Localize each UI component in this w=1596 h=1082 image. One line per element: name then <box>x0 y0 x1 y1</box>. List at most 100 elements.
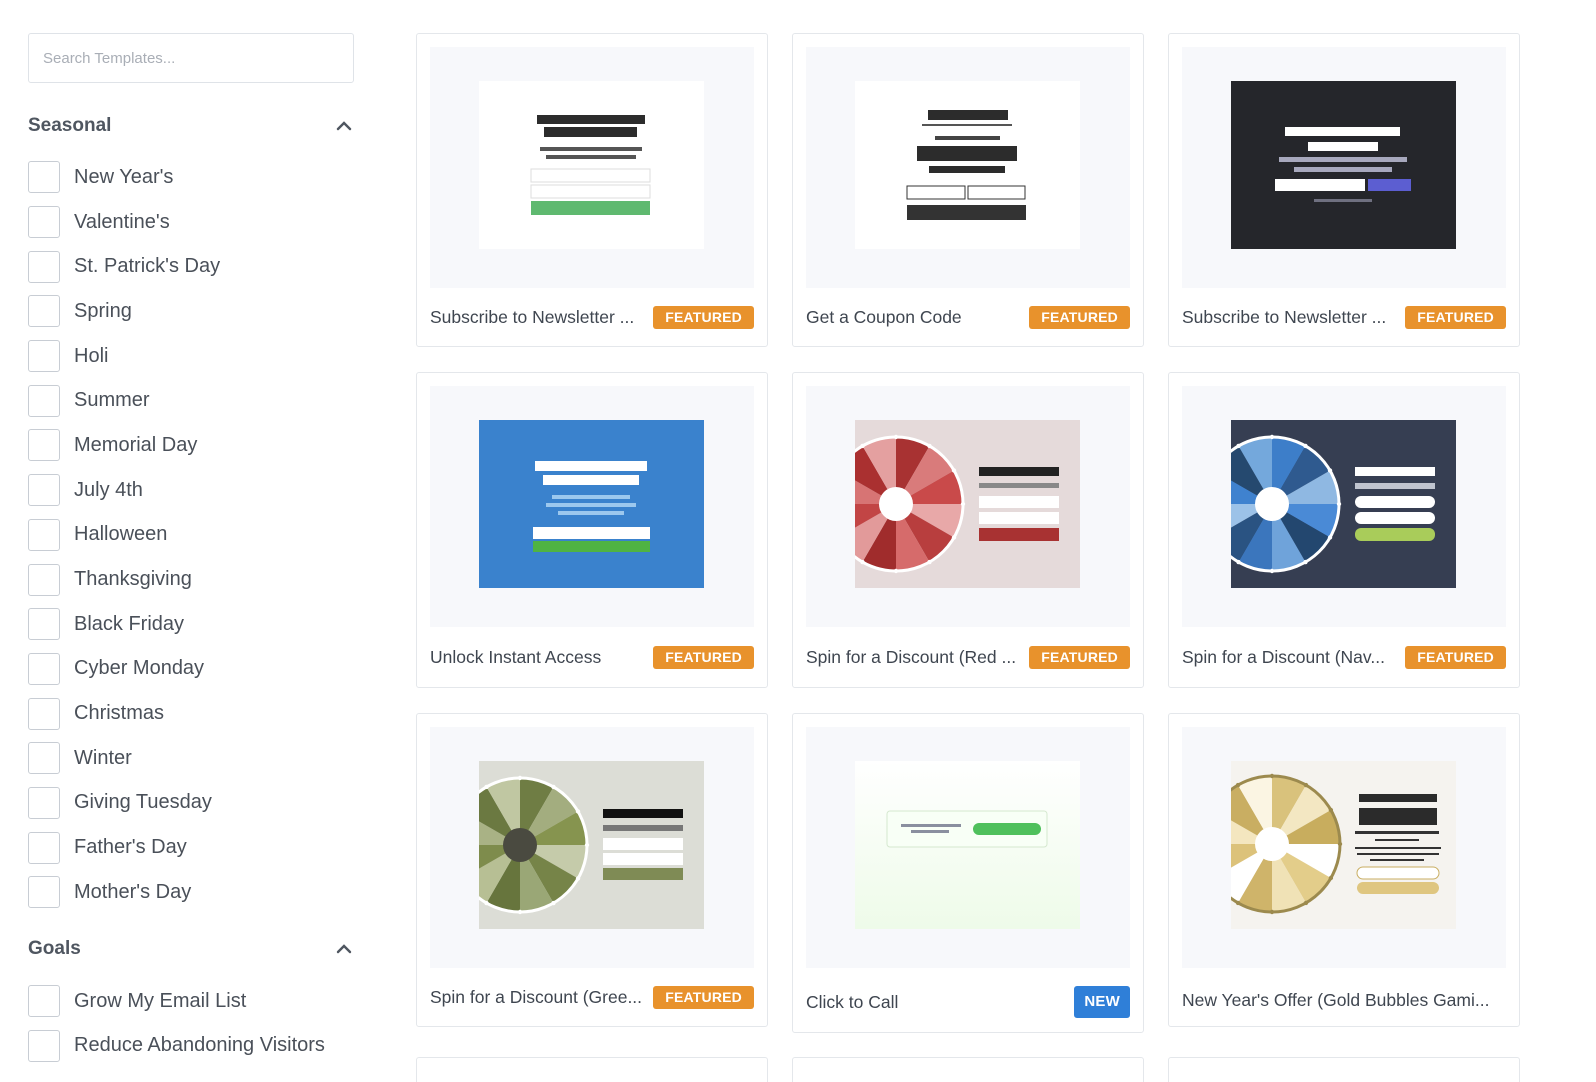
template-title: Spin for a Discount (Red ... <box>806 647 1017 667</box>
template-card[interactable] <box>1168 1057 1520 1082</box>
template-card[interactable]: Unlock Instant Access FEATURED <box>416 372 768 688</box>
filter-option-row[interactable]: Holi <box>28 334 354 379</box>
filter-option-row[interactable]: Grow My Email List <box>28 979 354 1024</box>
seasonal-section-title: Seasonal <box>28 115 112 136</box>
filter-option-row[interactable]: New Year's <box>28 155 354 200</box>
wheel-peg <box>575 809 581 814</box>
spin-wheel-graphic <box>855 434 1059 574</box>
card-footer: Subscribe to Newsletter ... FEATURED <box>430 306 754 329</box>
wheel-peg <box>1303 900 1309 906</box>
filter-checkbox[interactable] <box>28 697 60 730</box>
filter-option-label: Mother's Day <box>74 880 192 903</box>
wheel-hub <box>1255 487 1289 521</box>
goals-section-header[interactable]: Goals <box>28 937 354 961</box>
filter-option-label: Black Friday <box>74 612 185 635</box>
template-title: New Year's Offer (Gold Bubbles Gami... <box>1182 990 1490 1010</box>
template-card[interactable]: Spin for a Discount (Nav... FEATURED <box>1168 372 1520 688</box>
template-card[interactable] <box>416 1057 768 1082</box>
filter-option-row[interactable]: Memorial Day <box>28 423 354 468</box>
filter-option-row[interactable]: Black Friday <box>28 602 354 647</box>
card-footer: Spin for a Discount (Nav... FEATURED <box>1182 646 1506 669</box>
featured-badge: FEATURED <box>1405 306 1506 329</box>
template-preview <box>806 47 1130 288</box>
filter-option-label: Giving Tuesday <box>74 791 212 814</box>
chevron-up-icon[interactable] <box>336 121 352 131</box>
wheel-peg <box>484 784 489 790</box>
filter-checkbox[interactable] <box>28 206 60 239</box>
filter-checkbox[interactable] <box>28 563 60 596</box>
filter-option-row[interactable]: Mother's Day <box>28 870 354 915</box>
wheel-hub <box>503 828 537 862</box>
filter-option-row[interactable]: Father's Day <box>28 825 354 870</box>
template-title: Subscribe to Newsletter ... <box>1182 307 1387 327</box>
spin-wheel-graphic <box>1231 773 1441 915</box>
filter-checkbox[interactable] <box>28 161 60 194</box>
filter-option-row[interactable]: Giving Tuesday <box>28 781 354 826</box>
search-templates-input[interactable] <box>28 33 354 83</box>
filter-checkbox[interactable] <box>28 518 60 551</box>
template-card[interactable]: Spin for a Discount (Red ... FEATURED <box>792 372 1144 688</box>
filter-option-row[interactable]: Winter <box>28 736 354 781</box>
template-card[interactable]: Subscribe to Newsletter ... FEATURED <box>1168 33 1520 347</box>
wheel-peg <box>1327 468 1333 473</box>
filter-option-label: Halloween <box>74 523 168 546</box>
filter-checkbox[interactable] <box>28 985 60 1018</box>
goals-filter-list: Grow My Email List Reduce Abandoning Visi… <box>28 979 354 1068</box>
wheel-peg <box>893 434 899 440</box>
template-title: Spin for a Discount (Nav... <box>1182 647 1385 667</box>
filter-checkbox[interactable] <box>28 742 60 775</box>
wheel-peg <box>517 909 523 915</box>
template-card[interactable]: Spin for a Discount (Gree... FEATURED <box>416 713 768 1027</box>
card-footer: Subscribe to Newsletter ... FEATURED <box>1182 306 1506 329</box>
template-card[interactable]: Subscribe to Newsletter ... FEATURED <box>416 33 768 347</box>
wheel-hub <box>879 487 913 521</box>
template-preview <box>430 727 754 968</box>
filter-checkbox[interactable] <box>28 429 60 462</box>
filter-checkbox[interactable] <box>28 652 60 685</box>
wheel-hub <box>1255 827 1289 861</box>
filter-option-row[interactable]: Valentine's <box>28 200 354 245</box>
featured-badge: FEATURED <box>653 306 754 329</box>
seasonal-filter-list: New Year's Valentine's St. Patrick's Day Sp… <box>28 155 354 915</box>
filter-checkbox[interactable] <box>28 876 60 909</box>
template-preview <box>430 386 754 627</box>
filter-sidebar: Seasonal New Year's Valentine's St. Patric… <box>28 33 354 1068</box>
filter-option-row[interactable]: Christmas <box>28 691 354 736</box>
filter-checkbox[interactable] <box>28 295 60 328</box>
filter-option-row[interactable]: Cyber Monday <box>28 647 354 692</box>
filter-option-row[interactable]: Spring <box>28 289 354 334</box>
wheel-peg <box>1328 807 1334 813</box>
chevron-up-icon[interactable] <box>336 943 352 954</box>
filter-checkbox[interactable] <box>28 1029 60 1062</box>
filter-checkbox[interactable] <box>28 384 60 417</box>
card-footer: Unlock Instant Access FEATURED <box>430 646 754 669</box>
filter-checkbox[interactable] <box>28 786 60 819</box>
filter-option-row[interactable]: July 4th <box>28 468 354 513</box>
template-card[interactable]: New Year's Offer (Gold Bubbles Gami... <box>1168 713 1520 1027</box>
template-card[interactable] <box>792 1057 1144 1082</box>
template-preview <box>1182 47 1506 288</box>
template-preview <box>806 386 1130 627</box>
filter-option-label: Holi <box>74 344 109 367</box>
filter-option-row[interactable]: Halloween <box>28 513 354 558</box>
seasonal-section-header[interactable]: Seasonal <box>28 114 354 138</box>
filter-checkbox[interactable] <box>28 340 60 373</box>
filter-option-row[interactable]: Thanksgiving <box>28 557 354 602</box>
filter-checkbox[interactable] <box>28 831 60 864</box>
template-card[interactable]: Click to Call NEW <box>792 713 1144 1033</box>
filter-option-row[interactable]: Reduce Abandoning Visitors <box>28 1023 354 1068</box>
template-title: Spin for a Discount (Gree... <box>430 987 643 1007</box>
wheel-peg <box>860 443 865 449</box>
template-title: Click to Call <box>806 991 899 1012</box>
filter-option-label: St. Patrick's Day <box>74 255 221 278</box>
wheel-peg <box>1236 559 1241 565</box>
template-title: Unlock Instant Access <box>430 647 602 667</box>
filter-checkbox[interactable] <box>28 608 60 641</box>
wheel-peg <box>551 784 556 790</box>
filter-checkbox[interactable] <box>28 250 60 283</box>
wheel-peg <box>860 559 865 565</box>
filter-option-row[interactable]: Summer <box>28 378 354 423</box>
filter-checkbox[interactable] <box>28 474 60 507</box>
filter-option-row[interactable]: St. Patrick's Day <box>28 244 354 289</box>
template-card[interactable]: Get a Coupon Code FEATURED <box>792 33 1144 347</box>
